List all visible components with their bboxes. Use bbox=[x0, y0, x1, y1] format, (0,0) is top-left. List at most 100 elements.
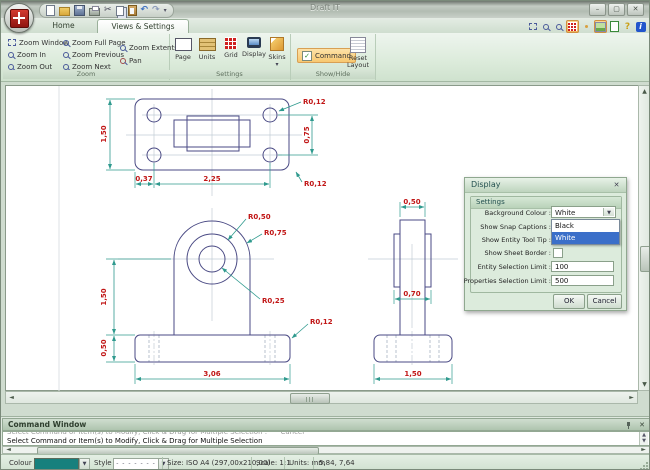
zoom-in-icon bbox=[8, 52, 14, 58]
window-controls: – ▢ ✕ bbox=[589, 3, 644, 16]
scroll-down-icon[interactable]: ▼ bbox=[639, 379, 650, 390]
entity-limit-label: Entity Selection Limit : bbox=[478, 263, 551, 271]
command-scroll-left-icon[interactable]: ◄ bbox=[3, 447, 14, 453]
colour-label: Colour bbox=[9, 459, 32, 467]
zoom-previous-icon bbox=[63, 52, 69, 58]
units-button[interactable]: Units bbox=[195, 36, 219, 70]
pan-button[interactable]: Pan bbox=[120, 55, 142, 66]
drawing-canvas[interactable]: 1,50 R0,12 0,75 0,37 2,25 R0,12 R0,50 R0… bbox=[5, 85, 638, 391]
app-window: ✂ ↶ ↷ ▾ Draft IT – ▢ ✕ Home Views & Sett… bbox=[0, 0, 650, 470]
pin-icon[interactable] bbox=[625, 422, 632, 429]
skins-icon bbox=[270, 37, 284, 51]
ribbon-group-settings: Page Units Grid Display Skins▾ Settings bbox=[169, 34, 291, 80]
units-icon bbox=[199, 38, 216, 51]
maximize-button[interactable]: ▢ bbox=[608, 3, 625, 16]
properties-limit-input[interactable] bbox=[551, 275, 614, 286]
zoom-out-mini-icon[interactable] bbox=[540, 21, 551, 32]
dim-front-base-height: 0,50 bbox=[100, 339, 108, 356]
tab-home[interactable]: Home bbox=[31, 19, 96, 33]
canvas-horizontal-scrollbar[interactable]: ◄ ► bbox=[5, 391, 638, 404]
style-combo[interactable]: - - - - - - - bbox=[113, 458, 159, 470]
skins-button[interactable]: Skins▾ bbox=[265, 36, 289, 70]
sheet-border-checkbox[interactable] bbox=[553, 248, 563, 258]
dim-front-body-height: 1,50 bbox=[100, 288, 108, 305]
background-colour-value: White bbox=[555, 209, 575, 217]
settings-group-label: Settings bbox=[169, 70, 290, 79]
dim-top-hole-span: 0,75 bbox=[303, 126, 311, 143]
tab-views-settings[interactable]: Views & Settings bbox=[97, 19, 189, 34]
statusbar-divider bbox=[251, 457, 252, 469]
command-window-body[interactable]: Select Command or Item(s) to Modify, Cli… bbox=[2, 431, 650, 446]
background-colour-combo[interactable]: White ▼ bbox=[551, 206, 616, 218]
canvas-vertical-scrollbar[interactable]: ▲ ▼ bbox=[638, 85, 650, 391]
command-horizontal-scrollbar[interactable]: ◄ ► bbox=[2, 446, 650, 454]
ok-button[interactable]: OK bbox=[553, 294, 585, 309]
grid-toggle-icon[interactable] bbox=[566, 20, 579, 33]
scroll-left-icon[interactable]: ◄ bbox=[6, 392, 17, 403]
command-window-close-icon[interactable]: ✕ bbox=[639, 420, 645, 431]
grid-icon bbox=[225, 37, 237, 49]
front-view-outline bbox=[135, 221, 290, 362]
colour-dropdown-arrow-icon[interactable]: ▼ bbox=[79, 458, 90, 470]
zoom-in-button[interactable]: Zoom In bbox=[8, 49, 46, 60]
zoom-in-mini-icon[interactable] bbox=[553, 21, 564, 32]
help-icon[interactable]: ? bbox=[622, 21, 633, 32]
close-button[interactable]: ✕ bbox=[627, 3, 644, 16]
minimize-button[interactable]: – bbox=[589, 3, 606, 16]
document-mini-icon[interactable] bbox=[609, 21, 620, 32]
command-window-header[interactable]: Command Window ✕ bbox=[2, 418, 650, 431]
dim-top-height: 1,50 bbox=[100, 125, 108, 142]
dropdown-option-black[interactable]: Black bbox=[552, 220, 619, 232]
grid-label: Grid bbox=[224, 51, 238, 59]
zoom-window-mini-icon[interactable] bbox=[527, 21, 538, 32]
ribbon-tab-row: Home Views & Settings ? i bbox=[1, 18, 649, 34]
tool-tip-label: Show Entity Tool Tip : bbox=[482, 236, 551, 244]
title-bar: ✂ ↶ ↷ ▾ Draft IT – ▢ ✕ bbox=[1, 1, 649, 18]
dim-top-corner-radius-top: R0,12 bbox=[303, 98, 326, 106]
zoom-group-label: Zoom bbox=[3, 70, 169, 79]
reset-layout-button[interactable]: Reset Layout bbox=[344, 36, 372, 70]
resize-grip[interactable] bbox=[640, 461, 649, 470]
command-scroll-right-icon[interactable]: ► bbox=[638, 447, 649, 453]
page-icon bbox=[175, 38, 192, 51]
dialog-close-icon[interactable]: ✕ bbox=[611, 180, 622, 190]
units-label: Units bbox=[199, 53, 216, 61]
dim-front-base-width: 3,06 bbox=[203, 370, 220, 378]
command-checkbox[interactable]: ✓ bbox=[302, 51, 312, 61]
reset-layout-label: Reset Layout bbox=[344, 55, 372, 69]
zoom-window-button[interactable]: Zoom Window bbox=[8, 37, 69, 48]
zoom-full-page-button[interactable]: Zoom Full Page bbox=[63, 37, 126, 48]
grid-button[interactable]: Grid bbox=[219, 36, 243, 70]
zoom-extents-icon bbox=[120, 45, 126, 51]
skins-dropdown-caret-icon: ▾ bbox=[275, 63, 278, 67]
horizontal-scroll-thumb[interactable] bbox=[290, 393, 330, 404]
vertical-scroll-thumb[interactable] bbox=[640, 246, 650, 272]
scroll-right-icon[interactable]: ► bbox=[626, 392, 637, 403]
cursor-coordinates: 5,84, 7,64 bbox=[319, 459, 355, 467]
combo-dropdown-arrow-icon[interactable]: ▼ bbox=[603, 208, 614, 216]
ribbon: Zoom Window Zoom In Zoom Out Zoom Full P… bbox=[1, 33, 649, 82]
info-icon[interactable]: i bbox=[635, 21, 646, 32]
colour-swatch[interactable] bbox=[34, 458, 79, 470]
snap-captions-label: Show Snap Captions : bbox=[480, 223, 551, 231]
page-label: Page bbox=[175, 53, 191, 61]
zoom-previous-button[interactable]: Zoom Previous bbox=[63, 49, 124, 60]
page-button[interactable]: Page bbox=[171, 36, 195, 70]
snap-dot-icon[interactable] bbox=[581, 21, 592, 32]
cancel-button[interactable]: Cancel bbox=[587, 294, 622, 309]
dim-side-top-width: 0,50 bbox=[403, 198, 420, 206]
dim-front-bore-radius: R0,25 bbox=[262, 297, 285, 305]
hidden-lines bbox=[149, 335, 439, 362]
dim-side-boss-width: 0,70 bbox=[403, 290, 420, 298]
zoom-full-page-icon bbox=[63, 40, 69, 46]
application-menu-button[interactable] bbox=[4, 3, 34, 33]
image-mini-icon[interactable] bbox=[594, 20, 607, 33]
zoom-window-icon bbox=[8, 39, 16, 46]
dropdown-option-white[interactable]: White bbox=[552, 232, 619, 244]
command-mini-scrollbar[interactable]: ▲▼ bbox=[639, 432, 648, 445]
window-title: Draft IT bbox=[1, 3, 649, 12]
entity-limit-input[interactable] bbox=[551, 261, 614, 272]
base-center-lines bbox=[154, 331, 412, 366]
scroll-up-icon[interactable]: ▲ bbox=[639, 86, 650, 97]
display-button[interactable]: Display bbox=[242, 36, 266, 70]
